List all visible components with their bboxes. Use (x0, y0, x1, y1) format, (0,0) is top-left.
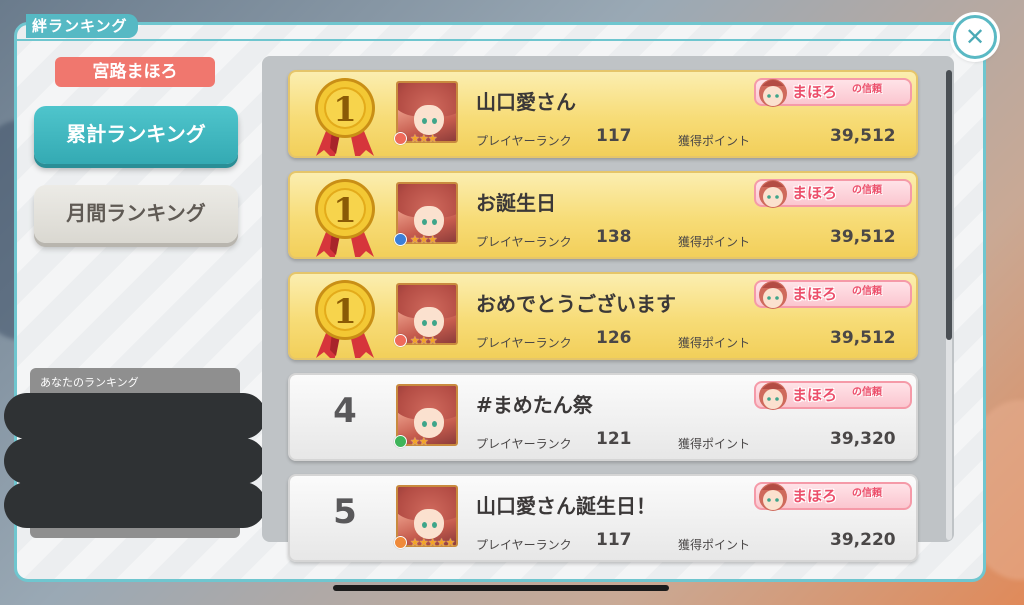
points-value: 39,512 (830, 328, 896, 348)
redaction-bar (4, 393, 266, 439)
title-badge: まほろ の信頼 (754, 175, 912, 211)
medal-rank-text: 1 (333, 292, 357, 332)
points-value: 39,220 (830, 530, 896, 550)
title-badge-sub: の信頼 (852, 488, 882, 499)
title-badge-sub: の信頼 (852, 286, 882, 297)
panel-title-bar (17, 25, 977, 41)
player-rank-label: プレイヤーランク (476, 538, 572, 552)
ranking-row[interactable]: 1 ★★★ お誕生日 プレイヤーランク 138 獲得ポイント 39,512 まほ… (288, 171, 918, 259)
player-rank-label: プレイヤーランク (476, 437, 572, 451)
rarity-stars: ★★★★★ (410, 536, 455, 549)
player-name: #まめたん祭 (476, 393, 593, 417)
points-value: 39,320 (830, 429, 896, 449)
home-indicator[interactable] (333, 585, 669, 591)
avatar-face (414, 105, 444, 135)
points-value: 39,512 (830, 227, 896, 247)
player-rank-value: 117 (596, 126, 632, 146)
rank-number: 5 (333, 492, 357, 532)
my-ranking-label: あなたのランキング (40, 376, 139, 389)
medal-rank-text: 1 (333, 90, 357, 130)
title-badge-sub: の信頼 (852, 84, 882, 95)
player-name: お誕生日 (476, 191, 556, 215)
medal-rank-text: 1 (333, 191, 357, 231)
gold-medal-icon: 1 (315, 280, 375, 358)
title-badge: まほろ の信頼 (754, 377, 912, 413)
title-badge: まほろ の信頼 (754, 74, 912, 110)
panel-title: 絆ランキング (26, 14, 138, 38)
player-rank-value: 138 (596, 227, 632, 247)
title-badge: まほろ の信頼 (754, 276, 912, 312)
avatar-eye (432, 522, 437, 528)
close-icon: ✕ (964, 23, 986, 51)
attribute-icon (394, 132, 407, 145)
ranking-row[interactable]: 4 ★★ #まめたん祭 プレイヤーランク 121 獲得ポイント 39,320 ま… (288, 373, 918, 461)
points-label: 獲得ポイント (678, 437, 751, 451)
points-label: 獲得ポイント (678, 336, 751, 350)
chibi-character-icon (759, 79, 787, 107)
player-rank-label: プレイヤーランク (476, 336, 572, 350)
close-button[interactable]: ✕ (953, 15, 997, 59)
character-name-tag: 宮路まほろ (55, 57, 215, 87)
avatar-eye (432, 320, 437, 326)
rarity-stars: ★★★ (410, 233, 438, 246)
rarity-stars: ★★★ (410, 132, 438, 145)
chibi-character-icon (759, 281, 787, 309)
redaction-bar (4, 438, 266, 484)
player-rank-value: 126 (596, 328, 632, 348)
avatar-eye (422, 219, 427, 225)
avatar-eye (422, 320, 427, 326)
title-badge-sub: の信頼 (852, 387, 882, 398)
title-badge-main: まほろ (792, 83, 838, 101)
avatar-face (414, 307, 444, 337)
avatar-face (414, 408, 444, 438)
rarity-stars: ★★★ (410, 334, 438, 347)
avatar-eye (422, 118, 427, 124)
title-badge-main: まほろ (792, 285, 838, 303)
player-rank-label: プレイヤーランク (476, 134, 572, 148)
ranking-row[interactable]: 1 ★★★ 山口愛さん プレイヤーランク 117 獲得ポイント 39,512 ま… (288, 70, 918, 158)
gold-medal-icon: 1 (315, 78, 375, 156)
player-rank-value: 117 (596, 530, 632, 550)
title-badge-sub: の信頼 (852, 185, 882, 196)
avatar-eye (422, 421, 427, 427)
points-label: 獲得ポイント (678, 538, 751, 552)
points-value: 39,512 (830, 126, 896, 146)
gold-medal-icon: 1 (315, 179, 375, 257)
player-rank-value: 121 (596, 429, 632, 449)
title-badge-main: まほろ (792, 184, 838, 202)
rarity-stars: ★★ (410, 435, 429, 448)
avatar-face (414, 509, 444, 539)
title-badge: まほろ の信頼 (754, 478, 912, 514)
attribute-icon (394, 233, 407, 246)
chibi-character-icon (759, 180, 787, 208)
chibi-character-icon (759, 382, 787, 410)
player-name: おめでとうございます (476, 292, 676, 316)
tab-monthly-ranking[interactable]: 月間ランキング (34, 185, 238, 243)
avatar-eye (432, 421, 437, 427)
rank-number: 4 (333, 391, 357, 431)
scrollbar-thumb[interactable] (946, 70, 952, 340)
title-badge-main: まほろ (792, 386, 838, 404)
attribute-icon (394, 334, 407, 347)
player-name: 山口愛さん誕生日！ (476, 494, 656, 518)
points-label: 獲得ポイント (678, 235, 751, 249)
ranking-row[interactable]: 1 ★★★ おめでとうございます プレイヤーランク 126 獲得ポイント 39,… (288, 272, 918, 360)
title-badge-main: まほろ (792, 487, 838, 505)
attribute-icon (394, 536, 407, 549)
chibi-character-icon (759, 483, 787, 511)
attribute-icon (394, 435, 407, 448)
avatar-face (414, 206, 444, 236)
tab-cumulative-ranking[interactable]: 累計ランキング (34, 106, 238, 164)
player-rank-label: プレイヤーランク (476, 235, 572, 249)
avatar-eye (432, 219, 437, 225)
player-name: 山口愛さん (476, 90, 576, 114)
avatar-eye (422, 522, 427, 528)
avatar-eye (432, 118, 437, 124)
points-label: 獲得ポイント (678, 134, 751, 148)
redaction-bar (4, 482, 266, 528)
ranking-row[interactable]: 5 ★★★★★ 山口愛さん誕生日！ プレイヤーランク 117 獲得ポイント 39… (288, 474, 918, 562)
